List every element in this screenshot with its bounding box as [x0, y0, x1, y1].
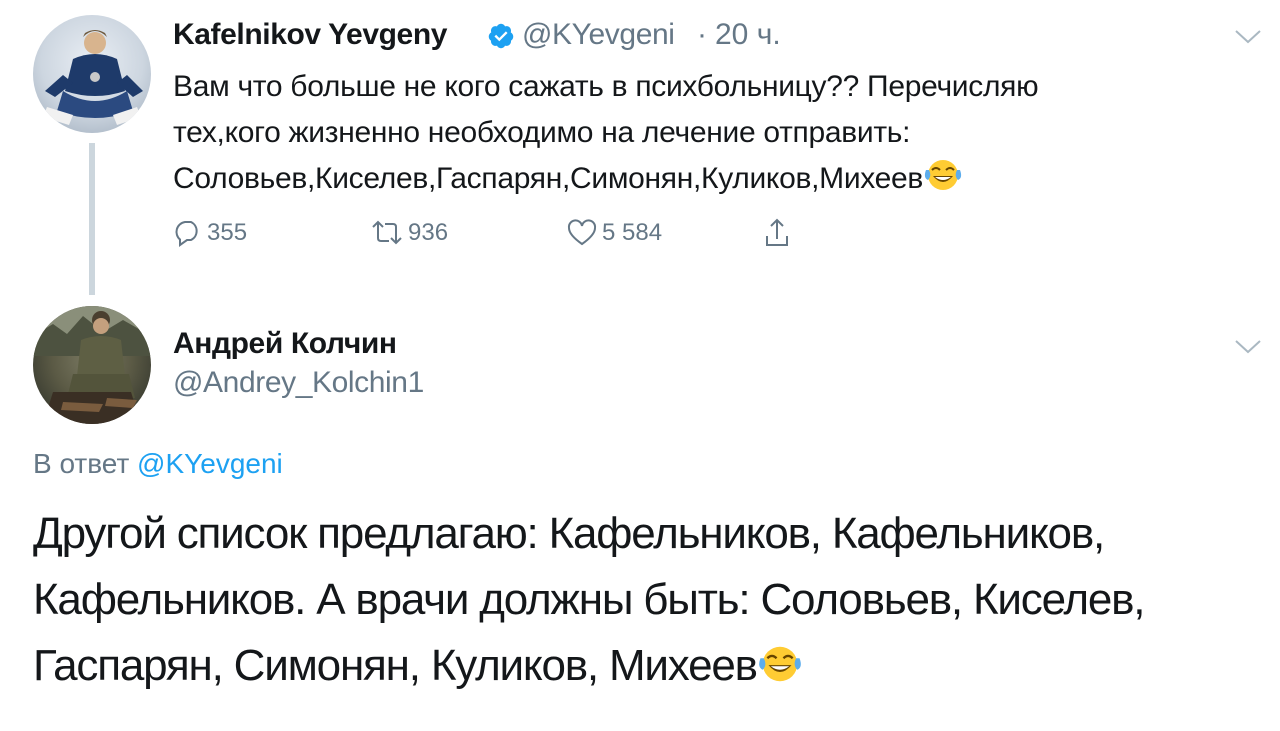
avatar-kafelnikov[interactable]	[33, 15, 151, 133]
retweet-count: 936	[408, 219, 449, 246]
avatar-image	[43, 30, 143, 125]
tweet-text-line-last: Соловьев,Киселев,Гаспарян,Симонян,Кулико…	[173, 156, 1233, 202]
reply-count: 355	[207, 219, 248, 246]
tears-of-joy-emoji-icon	[924, 160, 962, 190]
verified-badge-icon	[488, 23, 514, 49]
author-handle[interactable]: @KYevgeni	[522, 18, 675, 52]
separator-dot: ·	[697, 18, 707, 51]
like-button[interactable]: 5 584	[566, 216, 662, 250]
reply-icon	[175, 221, 198, 247]
reply-to-line: В ответ @KYevgeni	[33, 448, 283, 480]
reply-to-mention[interactable]: @KYevgeni	[137, 448, 283, 479]
tweet-text-line: Вам что больше не кого сажать в психболь…	[173, 70, 1039, 103]
author-name[interactable]: Kafelnikov Yevgeny	[173, 18, 447, 52]
tweet-text: Вам что больше не кого сажать в психболь…	[173, 64, 1233, 202]
retweet-icon	[372, 220, 402, 245]
share-icon	[766, 218, 788, 246]
author-name[interactable]: Андрей Колчин	[173, 327, 397, 361]
thread-connector-line	[89, 143, 95, 295]
like-icon	[567, 219, 597, 246]
chevron-down-icon[interactable]	[1234, 338, 1262, 356]
retweet-button[interactable]: 936	[370, 216, 448, 250]
tweet-text: Другой список предлагаю: Кафельников, Ка…	[33, 501, 1253, 699]
reply-to-prefix: В ответ	[33, 448, 130, 479]
share-button[interactable]	[762, 216, 792, 250]
author-handle[interactable]: @Andrey_Kolchin1	[173, 366, 424, 400]
tweet-text-line-last: Гаспарян, Симонян, Куликов, Михеев	[33, 633, 1253, 699]
like-count: 5 584	[602, 219, 663, 246]
avatar-image	[33, 306, 151, 424]
timestamp[interactable]: 20 ч.	[715, 18, 781, 52]
tweet-text-line: Кафельников. А врачи должны быть: Соловь…	[33, 575, 1146, 624]
tears-of-joy-emoji-icon	[759, 646, 801, 682]
avatar-kolchin[interactable]	[33, 306, 151, 424]
tweet-text-line: Другой список предлагаю: Кафельников, Ка…	[33, 509, 1105, 558]
tweet-text-line: тех,кого жизненно необходимо на лечение …	[173, 116, 911, 149]
chevron-down-icon[interactable]	[1234, 28, 1262, 46]
reply-button[interactable]: 355	[173, 216, 247, 250]
